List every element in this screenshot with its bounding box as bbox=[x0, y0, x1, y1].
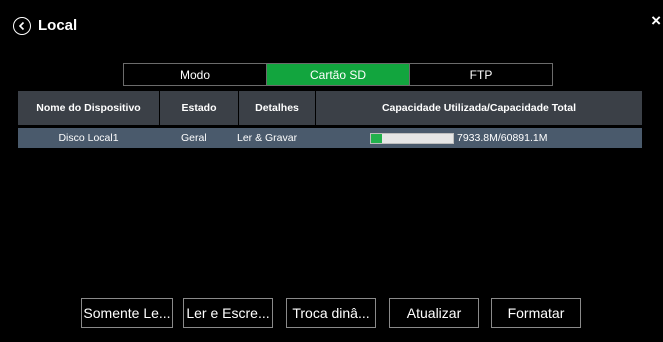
tab-cartao-sd[interactable]: Cartão SD bbox=[267, 64, 410, 85]
state-cell: Geral bbox=[181, 132, 207, 144]
format-button[interactable]: Formatar bbox=[491, 298, 581, 328]
column-header-device-name: Nome do Dispositivo bbox=[18, 91, 160, 125]
refresh-button[interactable]: Atualizar bbox=[389, 298, 479, 328]
capacity-cell: 7933.8M/60891.1M bbox=[313, 132, 642, 144]
read-only-button[interactable]: Somente Le... bbox=[81, 298, 173, 328]
tab-bar: Modo Cartão SD FTP bbox=[123, 63, 553, 86]
device-table: Nome do Dispositivo Estado Detalhes Capa… bbox=[18, 91, 642, 148]
tab-ftp[interactable]: FTP bbox=[410, 64, 552, 85]
column-header-state: Estado bbox=[160, 91, 239, 125]
table-row[interactable]: Disco Local1 Geral Ler & Gravar 7933.8M/… bbox=[18, 128, 642, 148]
storage-window: Local × Modo Cartão SD FTP Nome do Dispo… bbox=[7, 9, 663, 342]
close-icon[interactable]: × bbox=[651, 12, 661, 29]
details-cell: Ler & Gravar bbox=[237, 132, 298, 144]
table-header: Nome do Dispositivo Estado Detalhes Capa… bbox=[18, 91, 642, 125]
hot-swap-button[interactable]: Troca dinâ... bbox=[286, 298, 376, 328]
tab-modo[interactable]: Modo bbox=[124, 64, 267, 85]
capacity-usage-fill bbox=[371, 133, 382, 143]
capacity-text: 7933.8M/60891.1M bbox=[457, 132, 548, 144]
back-icon[interactable] bbox=[13, 17, 31, 35]
read-write-button[interactable]: Ler e Escre... bbox=[183, 298, 273, 328]
device-name-cell: Disco Local1 bbox=[58, 132, 119, 144]
page-title: Local bbox=[38, 17, 78, 34]
column-header-details: Detalhes bbox=[239, 91, 316, 125]
column-header-capacity: Capacidade Utilizada/Capacidade Total bbox=[381, 102, 577, 114]
capacity-usage-bar bbox=[370, 132, 454, 144]
